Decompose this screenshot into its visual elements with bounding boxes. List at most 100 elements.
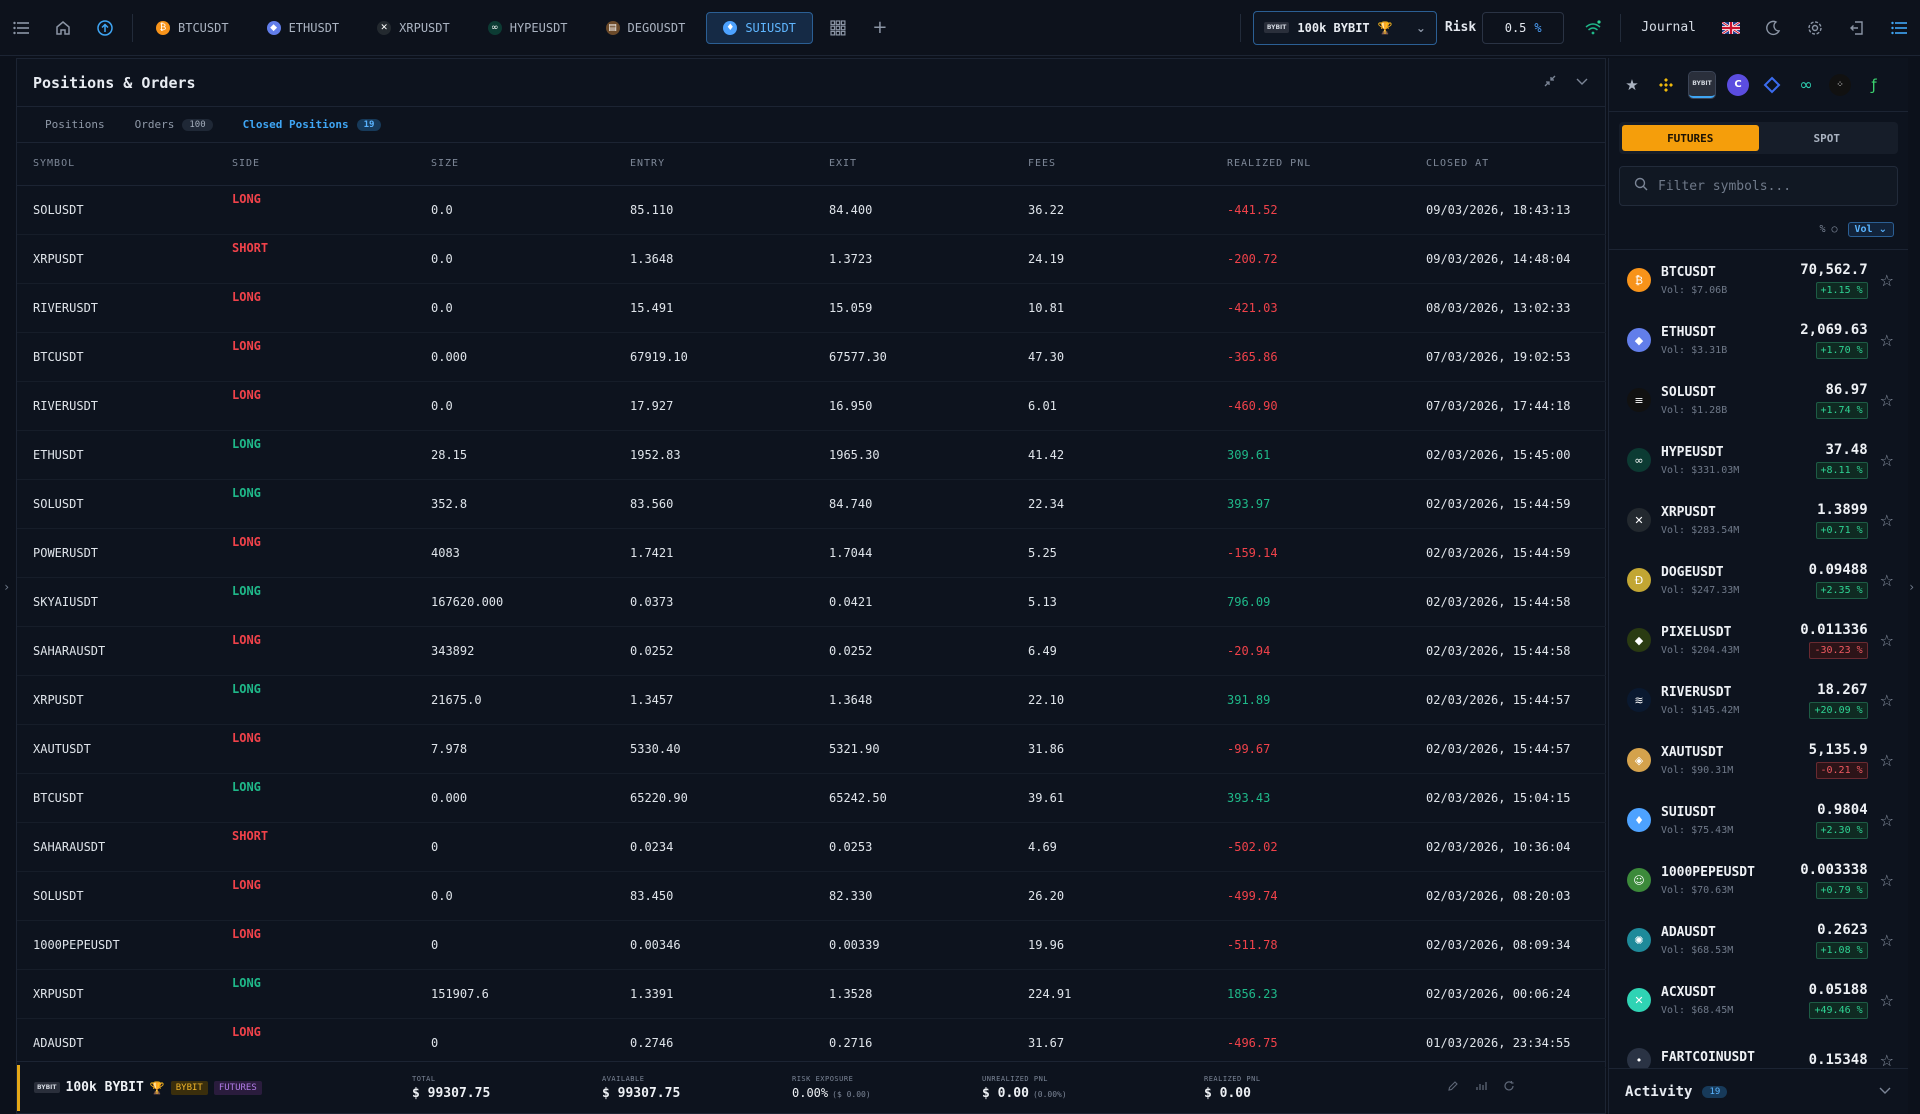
home-icon[interactable] bbox=[42, 0, 84, 56]
table-row[interactable]: SAHARAUSDT LONG 343892 0.0252 0.0252 6.49 -20.… bbox=[17, 626, 1606, 676]
star-icon[interactable]: ☆ bbox=[1880, 931, 1894, 950]
chevron-right-icon[interactable]: › bbox=[1908, 580, 1915, 594]
star-icon[interactable]: ☆ bbox=[1880, 331, 1894, 350]
list-item[interactable]: ✕ XRPUSDT Vol: $283.54M 1.3899 +0.71 % ☆ bbox=[1609, 490, 1908, 550]
list-item[interactable]: ≋ RIVERUSDT Vol: $145.42M 18.267 +20.09 % ☆ bbox=[1609, 670, 1908, 730]
star-icon[interactable]: ☆ bbox=[1880, 991, 1894, 1010]
menu-icon[interactable] bbox=[0, 0, 42, 56]
edit-icon[interactable] bbox=[1447, 1080, 1459, 1095]
table-row[interactable]: RIVERUSDT LONG 0.0 17.927 16.950 6.01 -460.90 0… bbox=[17, 381, 1606, 431]
table-row[interactable]: POWERUSDT LONG 4083 1.7421 1.7044 5.25 -159.14… bbox=[17, 528, 1606, 578]
table-row[interactable]: XAUTUSDT LONG 7.978 5330.40 5321.90 31.86 -99.… bbox=[17, 724, 1606, 774]
bar-chart-icon[interactable] bbox=[1475, 1080, 1487, 1095]
tab-xrpusdt[interactable]: ✕ XRPUSDT bbox=[360, 12, 467, 44]
star-icon[interactable]: ☆ bbox=[1880, 391, 1894, 410]
star-icon[interactable]: ☆ bbox=[1880, 631, 1894, 650]
binance-icon[interactable] bbox=[1655, 74, 1677, 96]
futures-toggle[interactable]: FUTURES bbox=[1622, 125, 1759, 151]
star-icon[interactable]: ☆ bbox=[1880, 1051, 1894, 1070]
column-header[interactable]: FEES bbox=[1012, 143, 1211, 186]
add-tab-icon[interactable]: + bbox=[859, 0, 901, 56]
risk-input[interactable]: 0.5 % bbox=[1482, 11, 1565, 44]
table-row[interactable]: SOLUSDT LONG 352.8 83.560 84.740 22.34 393.97 0… bbox=[17, 479, 1606, 529]
table-row[interactable]: XRPUSDT SHORT 0.0 1.3648 1.3723 24.19 -200.72 0… bbox=[17, 234, 1606, 284]
list-item[interactable]: Ð DOGEUSDT Vol: $247.33M 0.09488 +2.35 % ☆ bbox=[1609, 550, 1908, 610]
chevron-right-icon[interactable]: › bbox=[3, 580, 10, 594]
column-header[interactable]: SIDE bbox=[216, 143, 415, 186]
sort-volume-button[interactable]: Vol ⌄ bbox=[1847, 222, 1894, 237]
filter-symbols-input[interactable] bbox=[1658, 178, 1878, 194]
collapse-icon[interactable] bbox=[1543, 74, 1557, 91]
column-header[interactable]: SIZE bbox=[415, 143, 614, 186]
list-menu-icon[interactable] bbox=[1878, 0, 1920, 56]
sort-percent-toggle[interactable]: % ○ bbox=[1819, 224, 1837, 235]
list-item[interactable]: ◈ XAUTUSDT Vol: $90.31M 5,135.9 -0.21 % ☆ bbox=[1609, 730, 1908, 790]
spot-toggle[interactable]: SPOT bbox=[1759, 125, 1896, 151]
logout-icon[interactable] bbox=[1836, 0, 1878, 56]
exchange-diamond-icon[interactable] bbox=[1761, 74, 1783, 96]
bybit-exchange-icon[interactable]: BYBIT bbox=[1688, 70, 1716, 99]
star-icon[interactable]: ☆ bbox=[1880, 751, 1894, 770]
uk-flag-icon[interactable] bbox=[1710, 0, 1752, 56]
table-row[interactable]: ADAUSDT LONG 0 0.2746 0.2716 31.67 -496.75 01/0… bbox=[17, 1018, 1606, 1068]
tab-closed-positions[interactable]: Closed Positions 19 bbox=[243, 118, 382, 131]
list-item[interactable]: ◆ ETHUSDT Vol: $3.31B 2,069.63 +1.70 % ☆ bbox=[1609, 310, 1908, 370]
list-item[interactable]: ✕ ACXUSDT Vol: $68.45M 0.05188 +49.46 % ☆ bbox=[1609, 970, 1908, 1030]
list-item[interactable]: ☺ 1000PEPEUSDT Vol: $70.63M 0.003338 +0.79 %… bbox=[1609, 850, 1908, 910]
exchange-leaf-icon[interactable]: ƒ bbox=[1863, 74, 1885, 96]
table-row[interactable]: SOLUSDT LONG 0.0 85.110 84.400 36.22 -441.52 09… bbox=[17, 185, 1606, 235]
tab-orders[interactable]: Orders 100 bbox=[135, 118, 213, 131]
column-header[interactable]: REALIZED PNL bbox=[1211, 143, 1410, 186]
exchange-dots-icon[interactable]: ⁘ bbox=[1829, 73, 1851, 96]
tab-hypeusdt[interactable]: ∞ HYPEUSDT bbox=[471, 12, 585, 44]
column-header[interactable]: ENTRY bbox=[614, 143, 813, 186]
chevron-down-icon[interactable] bbox=[1575, 74, 1589, 91]
tab-degousdt[interactable]: ▤ DEGOUSDT bbox=[589, 12, 703, 44]
list-item[interactable]: ✺ ADAUSDT Vol: $68.53M 0.2623 +1.08 % ☆ bbox=[1609, 910, 1908, 970]
list-item[interactable]: ◆ PIXELUSDT Vol: $204.43M 0.011336 -30.23 % ☆ bbox=[1609, 610, 1908, 670]
table-row[interactable]: ETHUSDT LONG 28.15 1952.83 1965.30 41.42 309.6… bbox=[17, 430, 1606, 480]
moon-icon[interactable] bbox=[1752, 0, 1794, 56]
exchange-c-icon[interactable]: C bbox=[1727, 73, 1749, 96]
column-header[interactable]: SYMBOL bbox=[17, 143, 216, 186]
grid-icon[interactable] bbox=[817, 0, 859, 56]
list-item[interactable]: ≡ SOLUSDT Vol: $1.28B 86.97 +1.74 % ☆ bbox=[1609, 370, 1908, 430]
account-selector[interactable]: BYBIT 100k BYBIT 🏆 ⌄ bbox=[1252, 10, 1437, 45]
list-item[interactable]: ∞ HYPEUSDT Vol: $331.03M 37.48 +8.11 % ☆ bbox=[1609, 430, 1908, 490]
column-header[interactable]: CLOSED AT bbox=[1410, 143, 1606, 186]
table-row[interactable]: RIVERUSDT LONG 0.0 15.491 15.059 10.81 -421.03… bbox=[17, 283, 1606, 333]
symbol-list: ₿ BTCUSDT Vol: $7.06B 70,562.7 +1.15 % ☆ ◆ ETHU… bbox=[1609, 250, 1908, 1076]
hyperliquid-icon[interactable]: ∞ bbox=[1795, 74, 1817, 96]
refresh-icon[interactable] bbox=[1503, 1080, 1515, 1095]
star-icon[interactable]: ☆ bbox=[1880, 871, 1894, 890]
star-icon[interactable]: ☆ bbox=[1880, 571, 1894, 590]
star-icon[interactable]: ☆ bbox=[1880, 271, 1894, 290]
tab-positions[interactable]: Positions bbox=[45, 118, 105, 131]
table-row[interactable]: SAHARAUSDT SHORT 0 0.0234 0.0253 4.69 -502.02 0… bbox=[17, 822, 1606, 872]
star-icon[interactable]: ★ bbox=[1621, 74, 1643, 96]
table-row[interactable]: SKYAIUSDT LONG 167620.000 0.0373 0.0421 5.13 7… bbox=[17, 577, 1606, 627]
tab-ethusdt[interactable]: ◆ ETHUSDT bbox=[250, 12, 357, 44]
table-row[interactable]: BTCUSDT LONG 0.000 67919.10 67577.30 47.30 -36… bbox=[17, 332, 1606, 382]
chevron-down-icon[interactable] bbox=[1878, 1083, 1892, 1100]
activity-panel-header[interactable]: Activity 19 bbox=[1609, 1068, 1908, 1114]
star-icon[interactable]: ☆ bbox=[1880, 811, 1894, 830]
table-row[interactable]: XRPUSDT LONG 151907.6 1.3391 1.3528 224.91 185… bbox=[17, 969, 1606, 1019]
column-header[interactable]: EXIT bbox=[813, 143, 1012, 186]
table-row[interactable]: XRPUSDT LONG 21675.0 1.3457 1.3648 22.10 391.8… bbox=[17, 675, 1606, 725]
table-row[interactable]: BTCUSDT LONG 0.000 65220.90 65242.50 39.61 393… bbox=[17, 773, 1606, 823]
tab-btcusdt[interactable]: ₿ BTCUSDT bbox=[139, 12, 246, 44]
star-icon[interactable]: ☆ bbox=[1880, 691, 1894, 710]
star-icon[interactable]: ☆ bbox=[1880, 451, 1894, 470]
gear-icon[interactable] bbox=[1794, 0, 1836, 56]
star-icon[interactable]: ☆ bbox=[1880, 511, 1894, 530]
list-item[interactable]: ₿ BTCUSDT Vol: $7.06B 70,562.7 +1.15 % ☆ bbox=[1609, 250, 1908, 310]
upload-circle-icon[interactable] bbox=[84, 0, 126, 56]
journal-link[interactable]: Journal bbox=[1641, 20, 1696, 35]
cell-size: 0 bbox=[415, 920, 614, 970]
table-row[interactable]: SOLUSDT LONG 0.0 83.450 82.330 26.20 -499.74 02… bbox=[17, 871, 1606, 921]
tab-suiusdt[interactable]: ♦ SUIUSDT bbox=[706, 11, 813, 44]
table-row[interactable]: 1000PEPEUSDT LONG 0 0.00346 0.00339 19.96 -511… bbox=[17, 920, 1606, 970]
table-header-row: SYMBOL SIDE SIZE ENTRY EXIT FEES REALIZED PNL C… bbox=[17, 143, 1606, 186]
list-item[interactable]: ♦ SUIUSDT Vol: $75.43M 0.9804 +2.30 % ☆ bbox=[1609, 790, 1908, 850]
